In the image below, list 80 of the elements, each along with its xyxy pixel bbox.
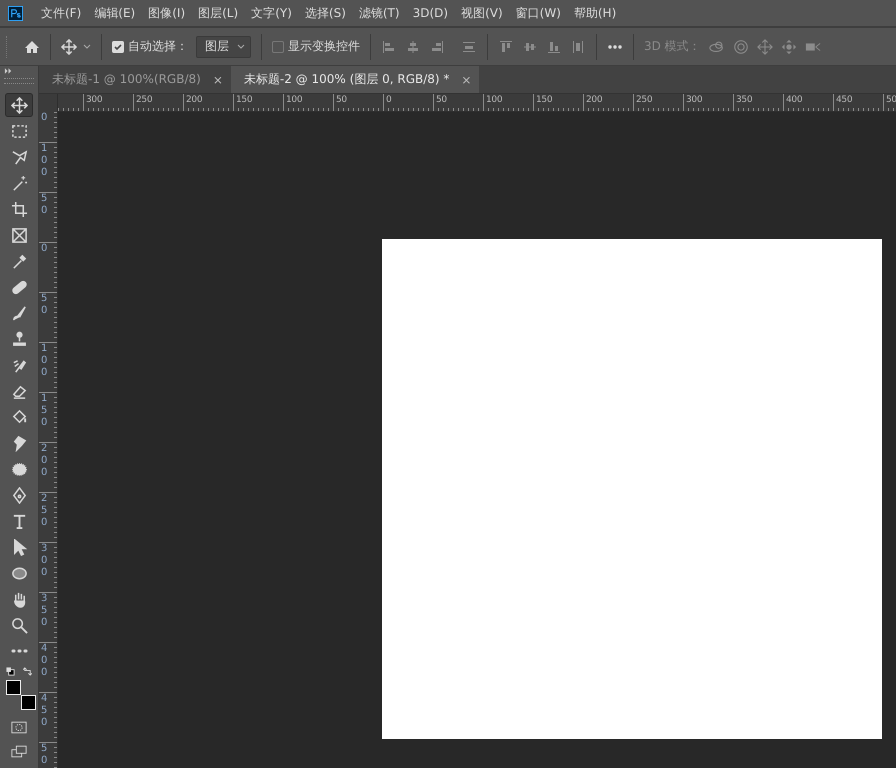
ruler-label: 100 (283, 94, 333, 111)
swap-colors-icon[interactable] (23, 667, 32, 676)
transform-controls-label: 显示变换控件 (288, 38, 360, 55)
ruler-label: 100 (41, 143, 48, 179)
brush-tool-icon (10, 304, 28, 322)
ruler-label: 0 (41, 243, 48, 255)
menu-item[interactable]: 文件(F) (41, 4, 88, 22)
default-colors-icon[interactable] (6, 667, 15, 676)
menu-item[interactable]: 选择(S) (304, 4, 353, 22)
move-tool-icon (10, 96, 28, 114)
document-tab[interactable]: 未标题-1 @ 100%(RGB/8) × (39, 66, 231, 93)
ruler-label: 300 (683, 94, 733, 111)
caret-icon (237, 44, 245, 49)
ruler-label: 50 (883, 94, 896, 111)
marquee-tool-icon (10, 122, 28, 140)
auto-select-label: 自动选择： (128, 38, 188, 55)
ruler-label: 150 (41, 393, 48, 429)
ruler-label: 300 (41, 543, 48, 579)
ruler-label: 250 (41, 493, 48, 529)
ruler-label: 50 (41, 193, 48, 217)
more-tool-icon (10, 649, 28, 653)
quick-mask-icon[interactable] (11, 721, 27, 734)
foreground-color-swatch[interactable] (6, 680, 21, 695)
menu-item[interactable]: 帮助(H) (574, 4, 624, 22)
ruler-label: 0 (41, 112, 48, 124)
auto-select-checkbox[interactable] (112, 40, 124, 52)
ruler-label: 200 (41, 443, 48, 479)
auto-select-dropdown[interactable]: 图层 (196, 36, 251, 58)
ruler-label: 400 (783, 94, 833, 111)
menu-item[interactable]: 3D(D) (412, 6, 456, 20)
lasso-tool-icon (10, 148, 28, 166)
collapse-icon[interactable] (4, 68, 13, 74)
close-button[interactable]: × (461, 72, 472, 86)
crop-tool-icon (10, 200, 28, 218)
menu-item[interactable]: 编辑(E) (94, 4, 142, 22)
ruler-label: 200 (183, 94, 233, 111)
close-button[interactable]: × (212, 72, 223, 86)
ruler-label: 100 (41, 343, 48, 379)
ruler-label: 200 (583, 94, 633, 111)
ruler-label: 450 (833, 94, 883, 111)
menu-item[interactable]: 图像(I) (148, 4, 192, 22)
ruler-label: 50 (41, 293, 48, 317)
ruler-label: 150 (533, 94, 583, 111)
caret-icon[interactable] (83, 44, 91, 49)
menu-item[interactable]: 图层(L) (198, 4, 246, 22)
stamp-tool-icon (10, 330, 28, 348)
move-tool-icon[interactable] (61, 38, 77, 54)
ellipse-tool-icon (10, 564, 28, 582)
ruler-label: 250 (133, 94, 183, 111)
zoom-tool-icon (10, 616, 28, 634)
menu-item[interactable]: 文字(Y) (251, 4, 299, 22)
pen-tool-icon (10, 486, 28, 504)
background-color-swatch[interactable] (21, 695, 36, 710)
eyedropper-tool-icon (10, 252, 28, 270)
ruler-label: 50 (433, 94, 483, 111)
tab-title: 未标题-1 @ 100%(RGB/8) (52, 71, 201, 88)
ruler-label: 0 (383, 94, 433, 111)
ruler-label: 250 (633, 94, 683, 111)
wand-tool-icon (10, 174, 28, 192)
ruler-label: 400 (41, 643, 48, 679)
menu-item[interactable]: 视图(V) (461, 4, 510, 22)
ruler-label: 450 (41, 693, 48, 729)
ruler-label: 50 (333, 94, 383, 111)
tool-button[interactable] (5, 93, 33, 117)
document-tab[interactable]: 未标题-2 @ 100% (图层 0, RGB/8) * × (230, 66, 480, 93)
transform-controls-checkbox[interactable] (272, 40, 284, 52)
ruler-label: 350 (41, 593, 48, 629)
menu-item[interactable]: 窗口(W) (516, 4, 568, 22)
ruler-label: 150 (233, 94, 283, 111)
ruler-label: 100 (483, 94, 533, 111)
home-icon[interactable] (24, 38, 40, 54)
screen-mode-icon[interactable] (11, 745, 27, 758)
frame-tool-icon (10, 226, 28, 244)
bucket-tool-icon (10, 408, 28, 426)
ruler-label: 50 (41, 743, 48, 767)
ruler-label: 300 (83, 94, 133, 111)
ruler-label: 350 (733, 94, 783, 111)
tab-title: 未标题-2 @ 100% (图层 0, RGB/8) * (244, 71, 450, 88)
menu-item[interactable]: 滤镜(T) (358, 4, 407, 22)
app-logo-icon[interactable] (8, 6, 23, 20)
